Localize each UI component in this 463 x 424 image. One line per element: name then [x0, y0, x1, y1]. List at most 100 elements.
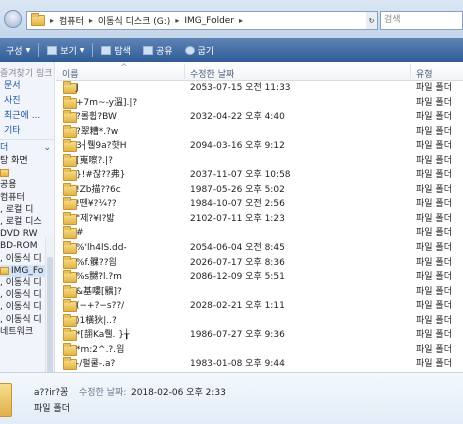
file-type: 파일 폴더 — [416, 330, 452, 341]
chevron-right-icon[interactable]: ▸ — [50, 16, 54, 25]
file-name: %'lh4lS.dd- — [76, 243, 127, 254]
organize-button[interactable]: 구성 ▼ — [0, 44, 36, 57]
navpane-scrollbar[interactable] — [45, 237, 54, 372]
file-name: # — [76, 228, 84, 239]
column-divider[interactable] — [184, 64, 185, 79]
file-modified: 1983-01-08 오후 9:44 — [190, 359, 285, 370]
refresh-button[interactable]: ↻ — [366, 11, 378, 30]
column-divider[interactable] — [410, 64, 411, 79]
tree-item-local-disk-2[interactable]: , 로컬 디스 — [0, 216, 54, 228]
file-row[interactable]: *[翓Ka뤨. }╁ 1986-07-27 오후 9:36 파일 폴더 — [56, 328, 463, 343]
file-row[interactable]: 3┤뤨9a?햣H 2094-03-16 오후 9:12 파일 폴더 — [56, 139, 463, 154]
share-label: 공유 — [155, 46, 173, 57]
favorite-recent[interactable]: 최근에 ... — [0, 109, 54, 124]
file-type: 파일 폴더 — [416, 112, 452, 123]
file-row[interactable]: }!#잖??弗} 2037-11-07 오후 10:58 파일 폴더 — [56, 168, 463, 183]
burn-button[interactable]: 굽기 — [179, 44, 221, 57]
views-button[interactable]: 보기 ▼ — [41, 44, 90, 57]
favorite-documents[interactable]: 문서 — [0, 79, 54, 94]
folder-icon — [31, 13, 45, 26]
column-header-type[interactable]: 유형 — [416, 67, 433, 80]
file-name: 3┤뤨9a?햣H — [76, 141, 127, 152]
file-row[interactable]: [嵬嚓?.|? 파일 폴더 — [56, 153, 463, 169]
burn-disc-icon — [184, 45, 195, 55]
file-row[interactable]: !Zb描??6c 1987-05-26 오후 5:02 파일 폴더 — [56, 182, 463, 198]
folders-section-toggle[interactable]: 더 ⌄ — [0, 139, 54, 155]
search-input[interactable]: 검색 — [380, 11, 463, 30]
column-header-name[interactable]: 이름 — [62, 67, 79, 80]
file-row[interactable]: +7m~-y溫].|? 파일 폴더 — [56, 95, 463, 111]
folder-icon — [63, 153, 77, 167]
burn-label: 굽기 — [197, 46, 215, 57]
file-row[interactable]: !뗀¥?¼?? 1984-10-07 오전 2:56 파일 폴더 — [56, 197, 463, 212]
folder-icon — [63, 226, 77, 240]
folders-label: 더 — [0, 143, 9, 153]
share-icon — [142, 45, 153, 55]
chevron-right-icon[interactable]: ▸ — [89, 16, 93, 25]
file-row[interactable]: # 파일 폴더 — [56, 226, 463, 241]
folder-icon — [63, 139, 77, 153]
folder-icon — [0, 383, 12, 417]
file-row[interactable]: %f.髁??읨 2026-07-17 오후 8:36 파일 폴더 — [56, 255, 463, 271]
toolbar-divider — [38, 43, 40, 57]
address-field[interactable]: ▸ 컴퓨터 ▸ 이동식 디스크 (G:) ▸ IMG_Folder ▸ — [26, 11, 367, 30]
file-type: 파일 폴더 — [416, 184, 452, 195]
favorite-pictures[interactable]: 사진 — [0, 94, 54, 109]
crumb-img-folder[interactable]: IMG_Folder — [184, 16, 234, 26]
details-pane: a??ir?꽁 수정한 날짜: 2018-02-06 오후 2:33 파일 폴더 — [0, 372, 463, 424]
file-type: 파일 폴더 — [416, 141, 452, 152]
file-name: )1橫狄|..? — [76, 315, 117, 326]
file-name: ?翠糟*.?w — [76, 126, 119, 137]
selected-item-name: a??ir?꽁 — [34, 388, 69, 398]
favorite-more[interactable]: 기타 — [0, 124, 54, 139]
file-row[interactable]: ?롤휩?BW 2032-04-22 오후 4:40 파일 폴더 — [56, 110, 463, 125]
folder-icon — [63, 241, 77, 255]
file-modified: 2053-07-15 오전 11:33 — [190, 83, 291, 93]
file-row[interactable]: %'lh4lS.dd- 2054-06-04 오전 8:45 파일 폴더 — [56, 241, 463, 256]
dropdown-arrow-icon: ▼ — [79, 46, 85, 54]
file-name: -/펄쿨-.a? — [76, 359, 116, 370]
file-row[interactable]: )1橫狄|..? 파일 폴더 — [56, 313, 463, 329]
share-button[interactable]: 공유 — [137, 44, 179, 57]
column-header-bar: 이름 ^ 수정한 날짜 유형 — [56, 62, 463, 81]
file-name: ?롤휩?BW — [76, 112, 117, 123]
folder-icon — [63, 328, 77, 342]
address-bar-area: ▸ 컴퓨터 ▸ 이동식 디스크 (G:) ▸ IMG_Folder ▸ ↻ 검색 — [0, 0, 463, 38]
file-row[interactable]: -/펄쿨-.a? 1983-01-08 오후 9:44 파일 폴더 — [56, 357, 463, 372]
file-type: 파일 폴더 — [416, 126, 452, 137]
file-modified: 1986-07-27 오후 9:36 — [190, 330, 285, 341]
chevron-right-icon[interactable]: ▸ — [239, 16, 243, 25]
file-row[interactable]: J 2053-07-15 오전 11:33 파일 폴더 — [56, 81, 463, 96]
file-type: 파일 폴더 — [416, 344, 452, 355]
tree-item-user[interactable] — [0, 167, 54, 179]
file-name: *m:2^.?.읨 — [76, 344, 125, 355]
file-row[interactable]: *m:2^.?.읨 파일 폴더 — [56, 342, 463, 358]
file-row[interactable]: (−+?−s??/ 2028-02-21 오후 1:11 파일 폴더 — [56, 299, 463, 314]
file-row[interactable]: %s嬲?l.?m 2086-12-09 오후 5:51 파일 폴더 — [56, 270, 463, 285]
tree-item-desktop[interactable]: 탕 화면 — [0, 155, 54, 167]
file-type: 파일 폴더 — [416, 243, 452, 254]
file-modified: 2086-12-09 오후 5:51 — [190, 272, 285, 283]
column-header-modified[interactable]: 수정한 날짜 — [190, 67, 234, 80]
file-row[interactable]: "제?¥I?밟 2102-07-11 오후 1:23 파일 폴더 — [56, 211, 463, 227]
crumb-computer[interactable]: 컴퓨터 — [59, 14, 84, 27]
tree-item-local-disk-1[interactable]: , 로컬 디 — [0, 204, 54, 216]
folder-icon — [63, 95, 77, 109]
tree-item-public[interactable]: 공용 — [0, 179, 54, 191]
back-button[interactable] — [4, 10, 22, 28]
file-row[interactable]: &基嘍[髃]? 파일 폴더 — [56, 284, 463, 300]
modified-value: 2018-02-06 오후 2:33 — [131, 388, 226, 398]
file-row[interactable]: ?翠糟*.?w 파일 폴더 — [56, 124, 463, 140]
tree-item-computer[interactable]: 컴퓨터 — [0, 192, 54, 204]
crumb-removable-disk[interactable]: 이동식 디스크 (G:) — [98, 14, 170, 27]
file-name: (−+?−s??/ — [76, 301, 125, 312]
folder-icon — [63, 299, 77, 313]
file-type: 파일 폴더 — [416, 301, 452, 312]
chevron-right-icon[interactable]: ▸ — [175, 16, 179, 25]
explore-button[interactable]: 탐색 — [95, 44, 137, 57]
file-modified: 2094-03-16 오후 9:12 — [190, 141, 285, 152]
folder-icon — [63, 168, 77, 182]
scrollbar-thumb[interactable] — [47, 257, 53, 372]
views-icon — [47, 45, 58, 55]
folder-icon — [63, 255, 77, 269]
